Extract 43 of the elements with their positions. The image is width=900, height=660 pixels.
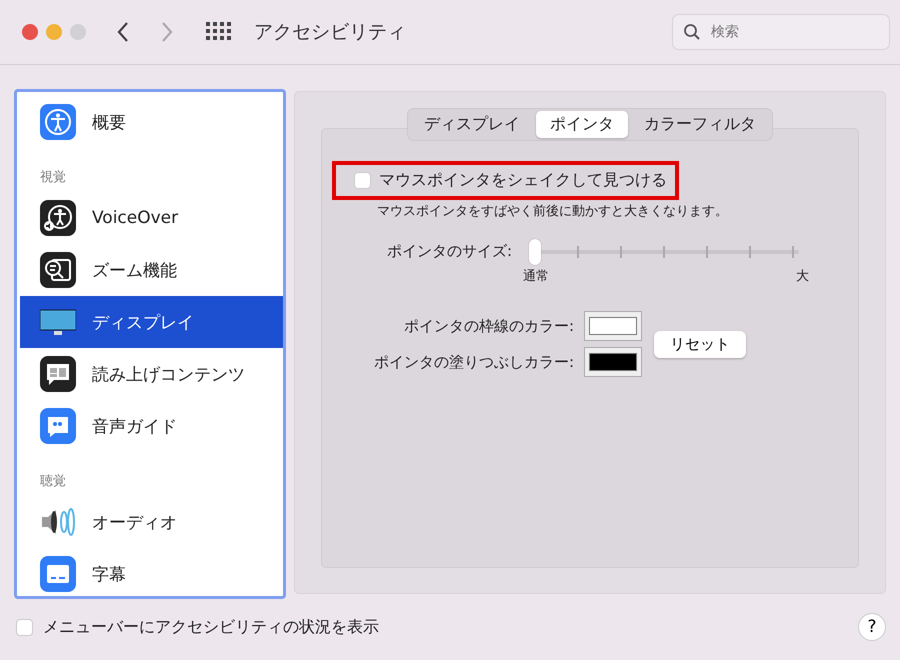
tab[interactable]: カラーフィルタ — [630, 111, 770, 138]
sidebar-item[interactable]: 概要 — [20, 96, 283, 148]
checkbox-label[interactable]: メニューバーにアクセシビリティの状況を表示 — [43, 616, 848, 638]
forward-icon[interactable] — [160, 21, 174, 43]
sidebar-item[interactable]: 音声ガイド — [20, 400, 283, 452]
close-button[interactable] — [22, 24, 38, 40]
checkbox[interactable] — [16, 618, 33, 636]
slider-thumb[interactable] — [529, 239, 541, 265]
checkbox-label[interactable]: マウスポインタをシェイクして見つける — [379, 170, 667, 191]
tab[interactable]: ディスプレイ — [410, 111, 534, 138]
window-title: アクセシビリティ — [254, 20, 407, 45]
sidebar-item[interactable]: ズーム機能 — [20, 244, 283, 296]
sidebar-item[interactable]: 字幕 — [20, 548, 283, 596]
help-button[interactable]: ? — [858, 613, 886, 641]
color-well[interactable] — [584, 311, 642, 341]
sidebar-item[interactable]: オーディオ — [20, 496, 283, 548]
checkbox[interactable] — [354, 172, 371, 189]
back-icon[interactable] — [116, 21, 130, 43]
grid-icon[interactable] — [206, 22, 232, 42]
accessibility-icon — [40, 200, 76, 236]
reset-button[interactable]: リセット — [654, 330, 746, 358]
color-well[interactable] — [584, 347, 642, 377]
sidebar-item[interactable]: VoiceOver — [20, 192, 283, 244]
sidebar-item[interactable]: ディスプレイ — [20, 296, 283, 348]
overview-icon — [40, 104, 76, 140]
size-slider[interactable] — [529, 239, 799, 265]
tab[interactable]: ポインタ — [536, 111, 628, 138]
min-label: 通常 — [523, 268, 549, 285]
color-label: ポインタの枠線のカラー: — [404, 316, 574, 336]
max-label: 大 — [796, 268, 809, 285]
size-label: ポインタのサイズ: — [386, 241, 512, 261]
quote-bubble-icon — [40, 408, 76, 444]
search-field[interactable]: 検索 — [672, 14, 890, 50]
zoom-button[interactable] — [70, 24, 86, 40]
color-label: ポインタの塗りつぶしカラー: — [374, 352, 574, 372]
section-header: 視覚 — [39, 169, 67, 187]
sidebar-item[interactable]: 読み上げコンテンツ — [20, 348, 283, 400]
description-text: マウスポインタをすばやく前後に動かすと大きくなります。 — [377, 203, 729, 220]
caption-icon — [40, 556, 76, 592]
speech-bubble-icon — [40, 356, 76, 392]
section-header: 聴覚 — [39, 473, 67, 491]
minimize-button[interactable] — [46, 24, 62, 40]
magnifier-icon — [40, 252, 76, 288]
